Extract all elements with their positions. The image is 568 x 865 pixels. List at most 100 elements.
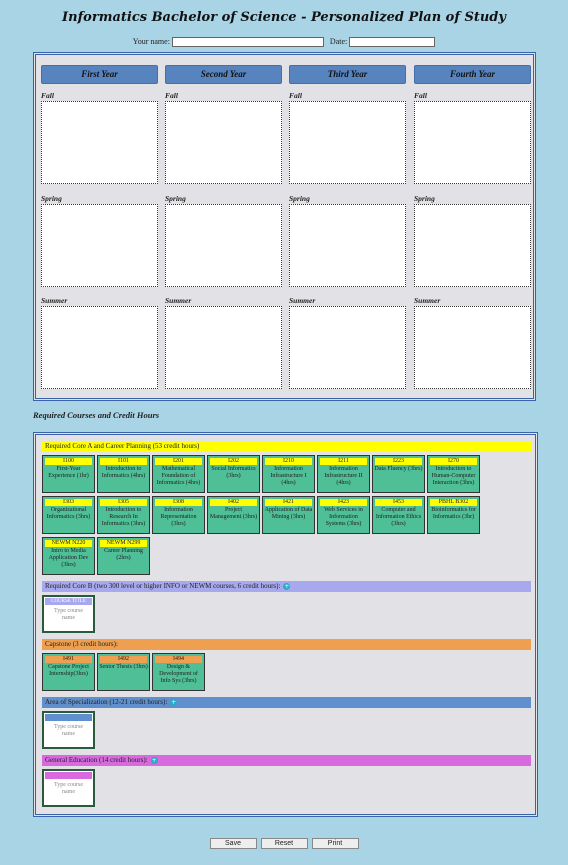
course-code: I423 [320, 499, 367, 506]
specialization-band: Area of Specialization (12-21 credit hou… [42, 697, 531, 708]
course-card[interactable]: I402 Project Management (3hrs) [207, 496, 260, 534]
term-drop-zone[interactable] [165, 306, 282, 389]
course-name: Data Fluency (3hrs) [374, 466, 423, 472]
course-code: I303 [45, 499, 92, 506]
term-fall: Fall [414, 91, 531, 184]
term-drop-zone[interactable] [289, 306, 406, 389]
course-name: Intro to Media Application Dev (3hrs) [48, 548, 89, 568]
term-summer: Summer [41, 296, 158, 389]
course-card[interactable]: I421 Application of Data Mining (3hrs) [262, 496, 315, 534]
course-card[interactable]: I101 Introduction to Informatics (4hrs) [97, 455, 150, 493]
course-name: First-Year Experience (1hr) [48, 466, 89, 479]
year-column-3: Third Year Fall Spring Summer [289, 65, 406, 389]
course-code: I305 [100, 499, 147, 506]
course-slot[interactable]: Type course name [42, 769, 95, 807]
course-card[interactable]: NEWM N220 Intro to Media Application Dev … [42, 537, 95, 575]
print-button[interactable]: Print [311, 838, 359, 849]
term-drop-zone[interactable] [165, 101, 282, 184]
course-card[interactable]: I210 Information Infrastructure I (4hrs) [262, 455, 315, 493]
name-input[interactable] [171, 37, 324, 48]
course-card[interactable]: I223 Data Fluency (3hrs) [372, 455, 425, 493]
term-label: Fall [289, 91, 302, 100]
slot-header [45, 772, 92, 779]
term-drop-zone[interactable] [41, 306, 158, 389]
add-icon[interactable]: + [150, 756, 158, 764]
course-code: NEWM N220 [45, 540, 92, 547]
term-drop-zone[interactable] [414, 101, 531, 184]
page-title: Informatics Bachelor of Science - Person… [62, 10, 506, 25]
course-card[interactable]: I201 Mathematical Foundation of Informati… [152, 455, 205, 493]
date-input[interactable] [349, 37, 436, 48]
course-card[interactable]: I303 Organizational Informatics (3hrs) [42, 496, 95, 534]
term-label: Fall [41, 91, 54, 100]
save-button[interactable]: Save [209, 838, 257, 849]
course-name: Bioinformatics for Informatics (3hr) [431, 507, 476, 520]
slot-placeholder[interactable]: Type course name [44, 724, 93, 738]
course-card[interactable]: I491 Capstone Project Internship(3hrs) [42, 653, 95, 691]
course-name: Social Informatics (3hrs) [211, 466, 256, 479]
course-card[interactable]: I423 Web Services in Information Systems … [317, 496, 370, 534]
course-name: Application of Data Mining (3hrs) [264, 507, 313, 520]
course-card[interactable]: I453 Computer and Information Ethics (3hr… [372, 496, 425, 534]
course-slot[interactable]: Type course name [42, 711, 95, 749]
course-card[interactable]: I308 Information Representation (3hrs) [152, 496, 205, 534]
core-a-band: Required Core A and Career Planning (53 … [42, 441, 531, 452]
course-code: I402 [210, 499, 257, 506]
course-slot[interactable]: COURSE TITLE Type course name [42, 595, 95, 633]
term-drop-zone[interactable] [289, 101, 406, 184]
course-card[interactable]: NEWM N299 Career Planning (2hrs) [97, 537, 150, 575]
term-drop-zone[interactable] [414, 204, 531, 287]
term-fall: Fall [289, 91, 406, 184]
course-card[interactable]: I305 Introduction to Research In Informat… [97, 496, 150, 534]
course-card[interactable]: I270 Introduction to Human-Computer Inter… [427, 455, 480, 493]
term-drop-zone[interactable] [41, 101, 158, 184]
term-drop-zone[interactable] [414, 306, 531, 389]
date-label: Date: [329, 37, 348, 46]
capstone-band: Capstone (3 credit hours): [42, 639, 531, 650]
term-fall: Fall [41, 91, 158, 184]
course-code: I270 [430, 458, 477, 465]
core-b-band: Required Core B (two 300 level or higher… [42, 581, 531, 592]
course-card[interactable]: I494 Design & Development of Info Sys (3h… [152, 653, 205, 691]
year-column-4: Fourth Year Fall Spring Summer [414, 65, 531, 389]
gen-ed-label: General Education (14 credit hours): [45, 756, 148, 764]
term-label: Spring [41, 194, 62, 203]
term-drop-zone[interactable] [289, 204, 406, 287]
specialization-label: Area of Specialization (12-21 credit hou… [45, 698, 168, 706]
course-card[interactable]: I100 First-Year Experience (1hr) [42, 455, 95, 493]
slot-placeholder[interactable]: Type course name [44, 782, 93, 796]
term-spring: Spring [289, 194, 406, 287]
course-name: Computer and Information Ethics (3hrs) [375, 507, 422, 527]
year-header: Fourth Year [414, 65, 531, 84]
course-code: I494 [155, 656, 202, 663]
slot-header: COURSE TITLE [45, 598, 92, 605]
term-drop-zone[interactable] [41, 204, 158, 287]
course-name: Introduction to Research In Informatics … [101, 507, 146, 527]
gen-ed-band: General Education (14 credit hours): + [42, 755, 531, 766]
course-card[interactable]: I211 Information Infrastructure II (4hrs) [317, 455, 370, 493]
slot-header [45, 714, 92, 721]
course-name: Introduction to Informatics (4hrs) [101, 466, 146, 479]
course-code: I210 [265, 458, 312, 465]
course-card[interactable]: I202 Social Informatics (3hrs) [207, 455, 260, 493]
capstone-label: Capstone (3 credit hours): [45, 640, 118, 648]
add-icon[interactable]: + [283, 582, 291, 590]
term-summer: Summer [289, 296, 406, 389]
term-drop-zone[interactable] [165, 204, 282, 287]
course-code: I201 [155, 458, 202, 465]
term-spring: Spring [414, 194, 531, 287]
course-code: I421 [265, 499, 312, 506]
course-code: I308 [155, 499, 202, 506]
course-card[interactable]: I492 Senior Thesis (3hrs) [97, 653, 150, 691]
add-icon[interactable]: + [170, 698, 178, 706]
course-code: I492 [100, 656, 147, 663]
course-card[interactable]: PBHL B302 Bioinformatics for Informatics … [427, 496, 480, 534]
plan-grid: First Year Fall Spring Summer Second Yea… [33, 52, 536, 401]
reset-button[interactable]: Reset [260, 838, 308, 849]
course-name: Web Services in Information Systems (3hr… [324, 507, 363, 527]
term-label: Spring [289, 194, 310, 203]
core-a-label: Required Core A and Career Planning (53 … [45, 442, 200, 450]
course-code: NEWM N299 [100, 540, 147, 547]
slot-placeholder[interactable]: Type course name [44, 608, 93, 622]
term-label: Summer [414, 296, 441, 305]
